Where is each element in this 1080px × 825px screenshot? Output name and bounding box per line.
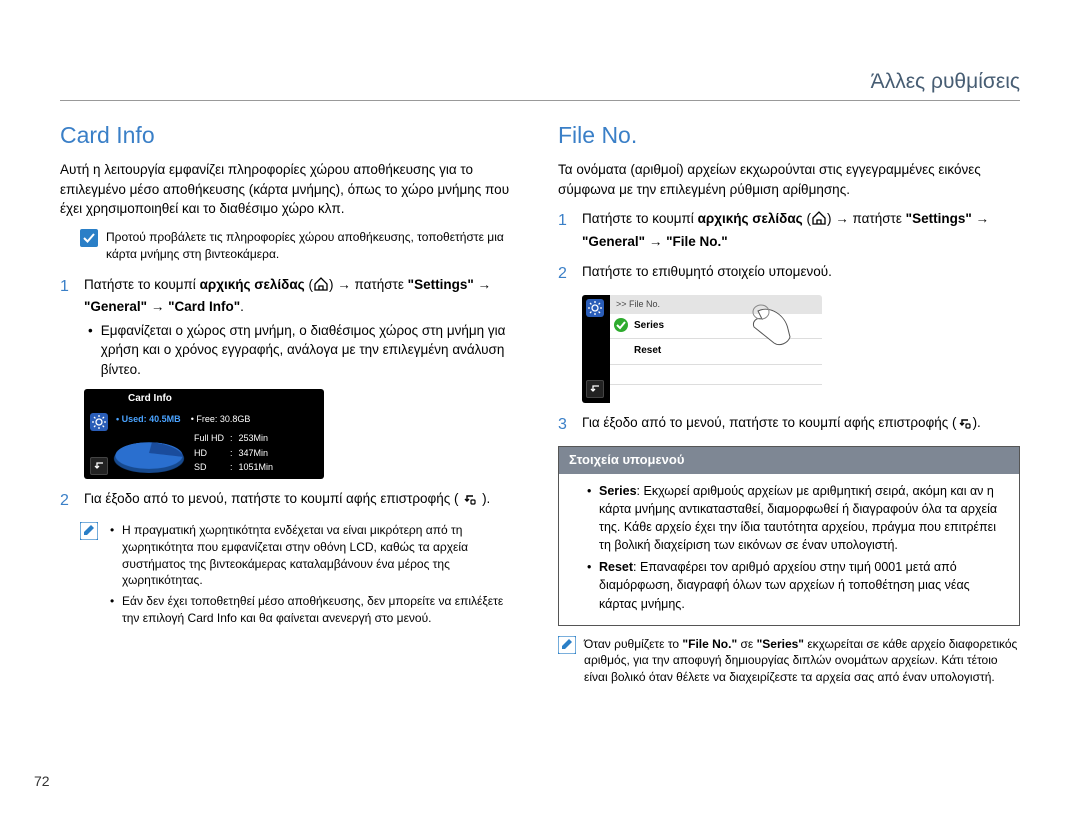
step1-bold: αρχικής σελίδας — [200, 277, 305, 292]
heading-card-info: Card Info — [60, 119, 522, 152]
note-insert-card-text: Προτού προβάλετε τις πληροφορίες χώρου α… — [106, 229, 522, 263]
back-button[interactable] — [90, 457, 108, 475]
footnote-1: Η πραγματική χωρητικότητα ενδέχεται να ε… — [110, 522, 522, 589]
step2-text-b: ). — [478, 491, 490, 506]
step2-text-a: Για έξοδο από το μενού, πατήστε το κουμπ… — [84, 491, 462, 506]
heading-file-no: File No. — [558, 119, 1020, 152]
card-info-footnotes: Η πραγματική χωρητικότητα ενδέχεται να ε… — [80, 522, 522, 631]
card-info-screenshot: Card Info • Used: 40.5MB • Free: 30.8GB — [84, 389, 324, 478]
pie-chart-icon — [108, 442, 190, 469]
card-info-step-1: 1 Πατήστε το κουμπί αρχικής σελίδας () →… — [60, 275, 522, 380]
step-number: 2 — [558, 262, 572, 285]
step-number: 3 — [558, 413, 572, 436]
back-button[interactable] — [586, 380, 604, 398]
check-icon — [614, 318, 628, 332]
home-icon — [313, 276, 329, 298]
free-label: • Free: 30.8GB — [191, 414, 251, 424]
card-info-intro: Αυτή η λειτουργία εμφανίζει πληροφορίες … — [60, 160, 522, 219]
footnote-2: Εάν δεν έχει τοποθετηθεί μέσο αποθήκευση… — [110, 593, 522, 627]
menu-item-blank — [610, 365, 822, 385]
submenu-item-series: Series: Εκχωρεί αριθμούς αρχείων με αριθ… — [587, 482, 1009, 555]
col-file-no: File No. Τα ονόματα (αριθμοί) αρχείων εκ… — [558, 119, 1020, 698]
home-icon — [811, 210, 827, 232]
gear-icon — [586, 299, 604, 317]
file-no-step-3: 3 Για έξοδο από το μενού, πατήστε το κου… — [558, 413, 1020, 436]
step1-text-b: → πατήστε — [333, 277, 407, 292]
submenu-heading: Στοιχεία υπομενού — [559, 447, 1019, 474]
col-card-info: Card Info Αυτή η λειτουργία εμφανίζει πλ… — [60, 119, 522, 698]
pencil-note-icon — [558, 636, 576, 654]
file-no-step-1: 1 Πατήστε το κουμπί αρχικής σελίδας () →… — [558, 209, 1020, 251]
submenu-item-reset: Reset: Επαναφέρει τον αριθμό αρχείου στη… — [587, 558, 1009, 612]
file-no-intro: Τα ονόματα (αριθμοί) αρχείων εκχωρούνται… — [558, 160, 1020, 199]
resolution-table: Full HD:253Min HD:347Min SD:1051Min — [192, 430, 279, 476]
note-insert-card: Προτού προβάλετε τις πληροφορίες χώρου α… — [80, 229, 522, 263]
step-number: 2 — [60, 489, 74, 512]
touch-hand-icon — [750, 299, 804, 347]
gear-icon — [90, 413, 108, 431]
card-info-step-2: 2 Για έξοδο από το μενού, πατήστε το κου… — [60, 489, 522, 512]
file-no-step2-text: Πατήστε το επιθυμητό στοιχείο υπομενού. — [582, 262, 1020, 285]
step-number: 1 — [558, 209, 572, 251]
check-note-icon — [80, 229, 98, 247]
menu-item-blank — [610, 385, 822, 403]
shot-title: Card Info — [84, 389, 324, 410]
return-icon — [462, 492, 478, 512]
step1-bullet-text: Εμφανίζεται ο χώρος στη μνήμη, ο διαθέσι… — [101, 321, 522, 380]
used-label: • Used: 40.5MB — [116, 414, 181, 424]
file-no-screenshot: >> File No. Series Reset — [582, 295, 822, 403]
step-number: 1 — [60, 275, 74, 380]
bullet-dot: • — [88, 321, 93, 380]
pencil-note-icon — [80, 522, 98, 540]
page-header: Άλλες ρυθμίσεις — [60, 70, 1020, 101]
page-number: 72 — [34, 773, 50, 789]
file-no-step-2: 2 Πατήστε το επιθυμητό στοιχείο υπομενού… — [558, 262, 1020, 285]
submenu-items-box: Στοιχεία υπομενού Series: Εκχωρεί αριθμο… — [558, 446, 1020, 626]
return-icon — [957, 416, 973, 436]
file-no-footnote: Όταν ρυθμίζετε το "File No." σε "Series"… — [558, 636, 1020, 686]
step1-text-a: Πατήστε το κουμπί — [84, 277, 200, 292]
